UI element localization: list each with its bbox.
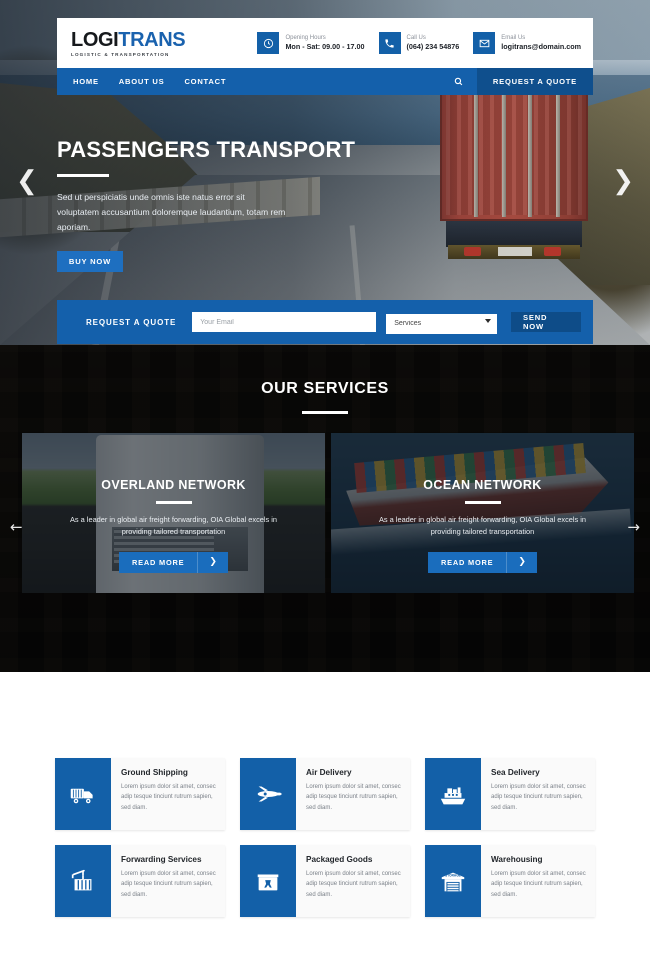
clock-icon [257,32,280,54]
services-divider [302,411,348,414]
nav-item-home[interactable]: HOME [73,77,99,86]
hero-divider [57,174,109,178]
logo-part-one: LOGI [71,28,119,51]
contact-label: Call Us [406,34,426,41]
feature-card-air-delivery[interactable]: Air Delivery Lorem ipsum dolor sit amet,… [240,758,410,830]
phone-icon [378,32,401,54]
truck-icon [55,758,111,830]
search-icon[interactable] [440,68,477,95]
logo-text: LOGITRANS [71,30,257,50]
nav-right: REQUEST A QUOTE [440,68,593,95]
arrow-left-icon[interactable]: ← [10,520,23,535]
contact-label: Email Us [501,34,526,41]
hero-section: LOGITRANS LOGISTIC & TRANSPORTATION Open… [0,0,650,345]
feature-text: Air Delivery Lorem ipsum dolor sit amet,… [296,758,410,830]
main-navigation: HOME ABOUT US CONTACT REQUEST A QUOTE [57,68,593,95]
feature-title: Warehousing [491,855,543,864]
header-contacts: Opening Hours Mon - Sat: 09.00 - 17.00 C… [257,32,593,54]
nav-item-about-us[interactable]: ABOUT US [119,77,165,86]
services-title: OUR SERVICES [261,380,389,397]
quote-request-bar: REQUEST A QUOTE Services SEND NOW [57,300,593,344]
feature-description: Lorem ipsum dolor sit amet, consec adip … [121,871,216,898]
card-divider [155,501,192,504]
contact-phone: Call Us (064) 234 54876 [378,32,460,54]
card-body: OCEAN NETWORK As a leader in global air … [331,433,634,593]
feature-title: Forwarding Services [121,855,202,864]
read-more-label: READ MORE [441,557,494,567]
feature-description: Lorem ipsum dolor sit amet, consec adip … [491,871,586,898]
nav-links: HOME ABOUT US CONTACT [57,77,226,86]
service-card-overland[interactable]: OVERLAND NETWORK As a leader in global a… [22,433,325,593]
chevron-right-icon[interactable]: ❯ [612,168,634,194]
feature-card-ground-shipping[interactable]: Ground Shipping Lorem ipsum dolor sit am… [55,758,225,830]
feature-description: Lorem ipsum dolor sit amet, consec adip … [306,871,401,898]
feature-title: Air Delivery [306,768,352,777]
service-card-ocean[interactable]: OCEAN NETWORK As a leader in global air … [331,433,634,593]
feature-text: Ground Shipping Lorem ipsum dolor sit am… [111,758,225,830]
logo-tagline: LOGISTIC & TRANSPORTATION [71,51,170,57]
ship-icon [425,758,481,830]
logo[interactable]: LOGITRANS LOGISTIC & TRANSPORTATION [57,30,257,57]
request-a-quote-button[interactable]: REQUEST A QUOTE [476,68,593,95]
feature-description: Lorem ipsum dolor sit amet, consec adip … [491,784,586,811]
feature-card-warehousing[interactable]: STORAGE Warehousing Lorem ipsum dolor si… [425,845,595,917]
services-header: OUR SERVICES [0,380,650,414]
card-description: As a leader in global air freight forwar… [378,514,587,536]
services-carousel: OVERLAND NETWORK As a leader in global a… [22,433,634,593]
service-select[interactable]: Services [386,313,497,334]
envelope-icon [473,32,496,54]
card-body: OVERLAND NETWORK As a leader in global a… [22,433,325,593]
crane-icon [55,845,111,917]
chevron-right-icon: ❯ [506,551,537,573]
warehouse-icon: STORAGE [425,845,481,917]
logo-part-two: TRANS [118,28,186,51]
service-select-wrapper: Services [386,312,497,334]
contact-label: Opening Hours [285,34,326,41]
feature-card-forwarding-services[interactable]: Forwarding Services Lorem ipsum dolor si… [55,845,225,917]
quote-label: REQUEST A QUOTE [86,317,177,327]
feature-text: Warehousing Lorem ipsum dolor sit amet, … [481,845,595,917]
feature-title: Ground Shipping [121,768,188,777]
feature-description: Lorem ipsum dolor sit amet, consec adip … [121,784,216,811]
hero-title: PASSENGERS TRANSPORT [57,137,356,162]
feature-card-packaged-goods[interactable]: Packaged Goods Lorem ipsum dolor sit ame… [240,845,410,917]
send-now-button[interactable]: SEND NOW [511,312,581,332]
card-title: OVERLAND NETWORK [101,478,246,492]
feature-title: Sea Delivery [491,768,540,777]
feature-text: Forwarding Services Lorem ipsum dolor si… [111,845,225,917]
card-divider [464,501,501,504]
contact-opening-hours: Opening Hours Mon - Sat: 09.00 - 17.00 [257,32,365,54]
contact-value: (064) 234 54876 [406,42,460,52]
contact-email: Email Us logitrans@domain.com [473,32,581,54]
contact-value: logitrans@domain.com [501,42,581,52]
feature-description: Lorem ipsum dolor sit amet, consec adip … [306,784,401,811]
email-input[interactable] [192,312,377,332]
svg-text:STORAGE: STORAGE [445,874,461,878]
site-header: LOGITRANS LOGISTIC & TRANSPORTATION Open… [57,18,593,68]
hero-description: Sed ut perspiciatis unde omnis iste natu… [57,192,286,232]
buy-now-button[interactable]: BUY NOW [57,250,123,272]
airplane-icon [240,758,296,830]
chevron-left-icon[interactable]: ❮ [16,168,38,194]
read-more-button[interactable]: READ MORE ❯ [119,551,228,573]
nav-item-contact[interactable]: CONTACT [184,77,226,86]
contact-value: Mon - Sat: 09.00 - 17.00 [285,42,365,52]
feature-text: Packaged Goods Lorem ipsum dolor sit ame… [296,845,410,917]
features-grid: Ground Shipping Lorem ipsum dolor sit am… [55,758,595,917]
features-section: Ground Shipping Lorem ipsum dolor sit am… [0,672,650,962]
card-description: As a leader in global air freight forwar… [69,514,278,536]
chevron-right-icon: ❯ [197,551,228,573]
arrow-right-icon[interactable]: → [627,520,640,535]
fragile-box-icon [240,845,296,917]
feature-card-sea-delivery[interactable]: Sea Delivery Lorem ipsum dolor sit amet,… [425,758,595,830]
read-more-button[interactable]: READ MORE ❯ [428,551,537,573]
card-title: OCEAN NETWORK [423,478,542,492]
hero-content: PASSENGERS TRANSPORT Sed ut perspiciatis… [57,137,377,272]
read-more-label: READ MORE [132,557,185,567]
feature-text: Sea Delivery Lorem ipsum dolor sit amet,… [481,758,595,830]
feature-title: Packaged Goods [306,855,373,864]
